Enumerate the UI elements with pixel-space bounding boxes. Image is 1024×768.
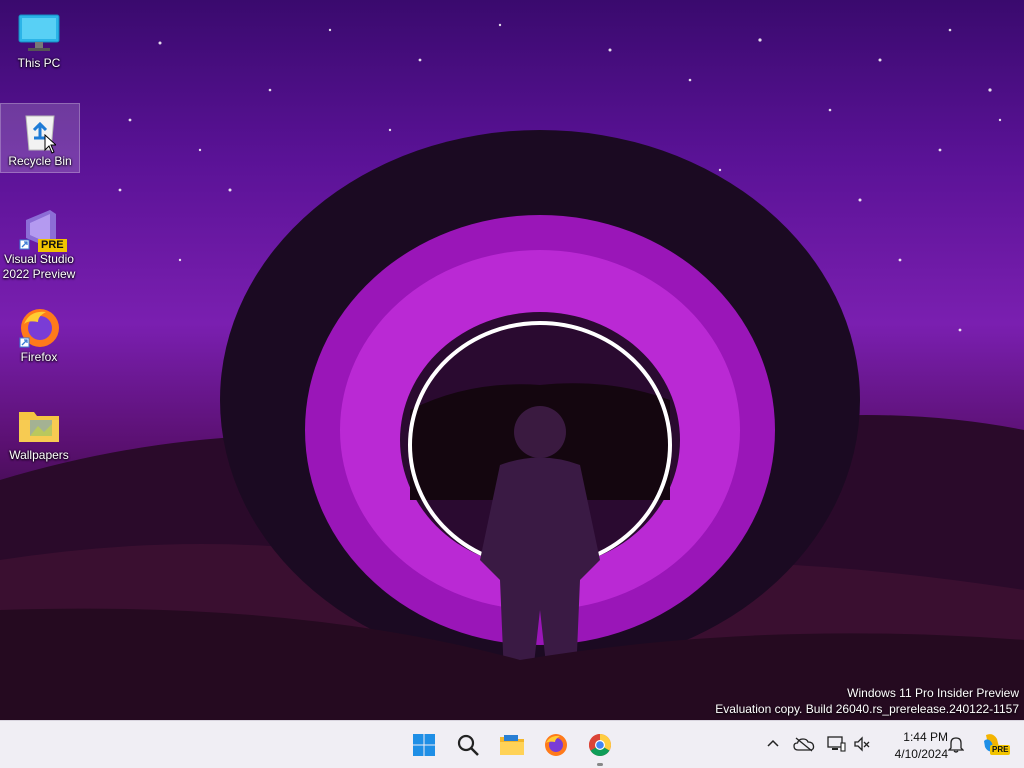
wallpaper [0, 23, 1024, 720]
desktop-icon-label-line2: 2022 Preview [2, 267, 76, 281]
chrome-icon [589, 734, 611, 756]
desktop-icon-label: This PC [17, 56, 61, 70]
monitor-icon [16, 10, 62, 56]
recycle-bin-icon [17, 108, 63, 154]
clock-date: 4/10/2024 [894, 747, 948, 761]
desktop-icon-label: Recycle Bin [8, 154, 72, 168]
clock-time: 1:44 PM [903, 730, 948, 744]
file-explorer-icon [500, 735, 524, 755]
firefox-icon [545, 734, 567, 756]
network-icon [827, 736, 846, 752]
desktop-icon-label-line1: Visual Studio [4, 252, 74, 266]
bell-icon [948, 737, 964, 753]
desktop-icon-label: Wallpapers [9, 448, 69, 462]
chevron-up-icon [767, 739, 779, 747]
onedrive-tray-button[interactable] [793, 733, 815, 755]
desktop: This PC Recycle Bin PRE Visual Studio 20… [0, 0, 1024, 720]
folder-icon [16, 402, 62, 448]
windows-watermark: Windows 11 Pro Insider Preview Evaluatio… [715, 685, 1019, 717]
taskbar-start-button[interactable] [406, 727, 442, 763]
running-indicator [597, 763, 603, 766]
taskbar-clock[interactable]: 1:44 PM 4/10/2024 [874, 729, 948, 763]
taskbar-file-explorer[interactable] [494, 727, 530, 763]
desktop-icon-this-pc[interactable]: This PC [0, 6, 78, 76]
windows-start-icon [413, 734, 435, 756]
desktop-icon-recycle-bin[interactable]: Recycle Bin [0, 103, 80, 173]
desktop-icon-wallpapers[interactable]: Wallpapers [0, 398, 78, 466]
firefox-icon [16, 304, 62, 350]
taskbar-chrome[interactable] [582, 727, 618, 766]
network-tray-button[interactable] [825, 733, 847, 755]
desktop-icon-visual-studio[interactable]: PRE Visual Studio 2022 Preview [0, 202, 78, 284]
onedrive-icon [793, 737, 815, 752]
copilot-button[interactable]: PRE [979, 730, 1011, 758]
notifications-button[interactable] [945, 733, 967, 755]
search-icon [457, 734, 479, 756]
visual-studio-icon: PRE [16, 206, 67, 252]
desktop-icon-label: Firefox [20, 350, 58, 364]
volume-tray-button[interactable] [851, 733, 873, 755]
show-hidden-icons-button[interactable] [762, 733, 784, 755]
taskbar-search-button[interactable] [450, 727, 486, 763]
mouse-cursor-icon [44, 134, 56, 154]
watermark-line1: Windows 11 Pro Insider Preview [847, 686, 1019, 700]
desktop-icon-firefox[interactable]: Firefox [0, 300, 78, 368]
taskbar-firefox[interactable] [538, 727, 574, 763]
preview-badge: PRE [38, 239, 67, 252]
taskbar: 1:44 PM 4/10/2024 PRE [0, 720, 1024, 768]
watermark-line2: Evaluation copy. Build 26040.rs_prerelea… [715, 702, 1019, 716]
volume-muted-icon [854, 736, 870, 752]
copilot-preview-badge: PRE [990, 745, 1011, 755]
